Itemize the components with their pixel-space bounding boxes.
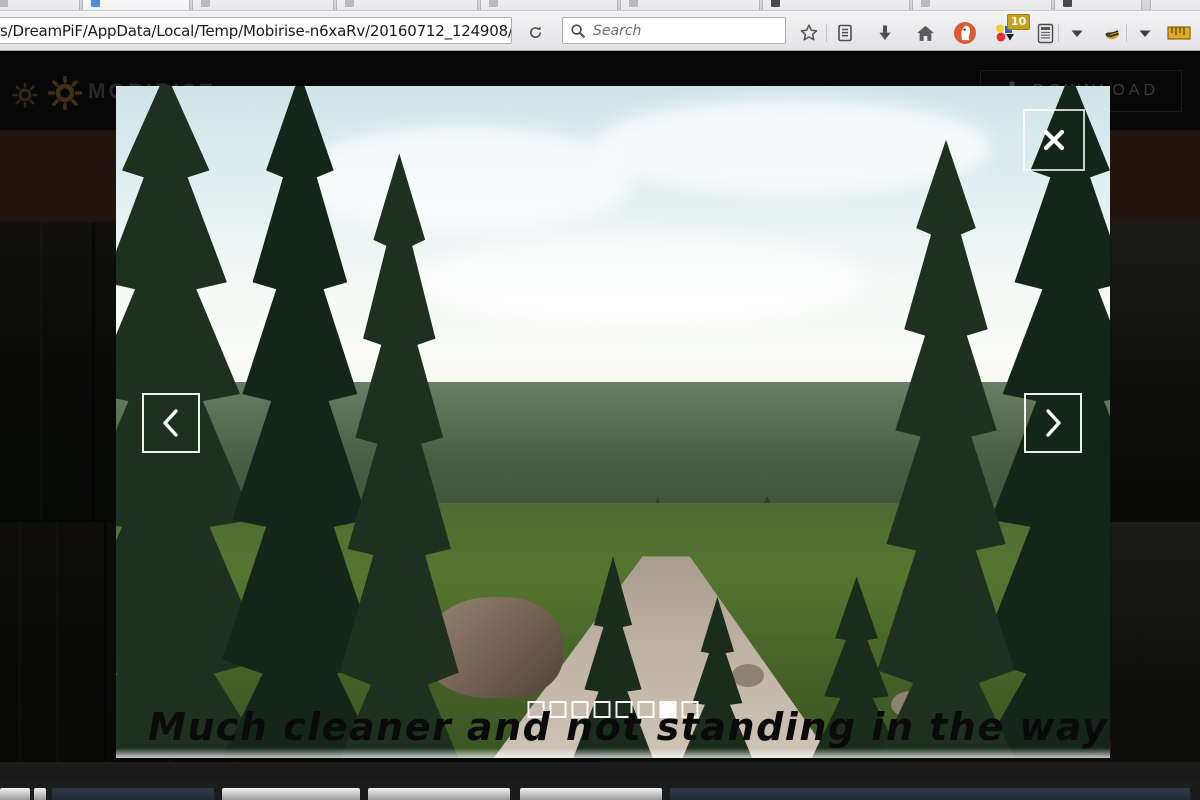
extension-dots-icon[interactable]: 10 <box>992 14 1031 44</box>
tab-favicon <box>91 0 100 7</box>
browser-tab[interactable] <box>1054 0 1142 10</box>
close-x-icon <box>1043 129 1065 151</box>
tab-favicon <box>629 0 638 7</box>
lightbox-photo <box>116 86 1110 758</box>
tab-favicon <box>1063 0 1072 7</box>
reload-icon <box>529 26 541 38</box>
clipboard-icon[interactable] <box>1032 22 1058 44</box>
toolbar-divider <box>826 24 827 42</box>
chevron-right-icon <box>1046 409 1061 437</box>
browser-tab[interactable] <box>0 0 80 10</box>
lightbox-prev-button[interactable] <box>142 393 200 453</box>
downloads-icon[interactable] <box>872 22 898 44</box>
reading-list-icon[interactable] <box>832 22 858 44</box>
bookmark-star-icon[interactable] <box>796 22 822 44</box>
lightbox-dialog: Much cleaner and not standing in the way… <box>116 86 1110 758</box>
browser-tab[interactable] <box>192 0 334 10</box>
tab-favicon <box>0 0 8 7</box>
browser-tab[interactable] <box>82 0 190 10</box>
ruler-measure-icon[interactable] <box>1166 22 1192 44</box>
browser-tab[interactable] <box>480 0 618 10</box>
dropdown-caret-2-icon[interactable] <box>1132 22 1158 44</box>
lightbox-close-button[interactable] <box>1023 109 1085 171</box>
bee-extension-icon[interactable] <box>1100 22 1126 44</box>
search-icon <box>570 23 586 44</box>
browser-tab[interactable] <box>912 0 1052 10</box>
search-placeholder: Search <box>593 23 642 39</box>
reload-button[interactable] <box>520 22 550 42</box>
taskbar-item[interactable] <box>52 788 214 800</box>
home-icon[interactable] <box>912 22 938 44</box>
browser-tab[interactable] <box>336 0 478 10</box>
taskbar-item[interactable] <box>0 788 30 800</box>
address-bar-url: ers/DreamPiF/AppData/Local/Temp/Mobirise… <box>0 22 512 40</box>
tab-favicon <box>201 0 210 7</box>
search-input[interactable]: Search <box>562 17 786 44</box>
taskbar-item[interactable] <box>520 788 662 800</box>
dropdown-caret-1-icon[interactable] <box>1064 22 1090 44</box>
chevron-left-icon <box>163 409 178 437</box>
browser-tab[interactable] <box>762 0 910 10</box>
extension-badge-count: 10 <box>1007 14 1031 30</box>
screen: ers/DreamPiF/AppData/Local/Temp/Mobirise… <box>0 0 1200 800</box>
taskbar-item[interactable] <box>222 788 360 800</box>
browser-tab[interactable] <box>620 0 760 10</box>
taskbar-item[interactable] <box>368 788 510 800</box>
os-taskbar[interactable] <box>0 782 1200 800</box>
tab-favicon <box>771 0 780 7</box>
duckduckgo-icon[interactable] <box>952 22 978 44</box>
taskbar-item[interactable] <box>34 788 46 800</box>
tab-favicon <box>345 0 354 7</box>
lightbox-next-button[interactable] <box>1024 393 1082 453</box>
browser-tab[interactable] <box>1150 0 1200 10</box>
address-bar[interactable]: ers/DreamPiF/AppData/Local/Temp/Mobirise… <box>0 17 512 44</box>
toolbar-divider <box>1058 24 1059 42</box>
browser-tab-strip[interactable] <box>0 0 1200 11</box>
toolbar-divider <box>1126 24 1127 42</box>
tab-favicon <box>921 0 930 7</box>
tab-favicon <box>489 0 498 7</box>
browser-navigation-bar: ers/DreamPiF/AppData/Local/Temp/Mobirise… <box>0 11 1200 51</box>
lightbox-caption: Much cleaner and not standing in the way… <box>148 705 1110 749</box>
taskbar-item[interactable] <box>670 788 1190 800</box>
